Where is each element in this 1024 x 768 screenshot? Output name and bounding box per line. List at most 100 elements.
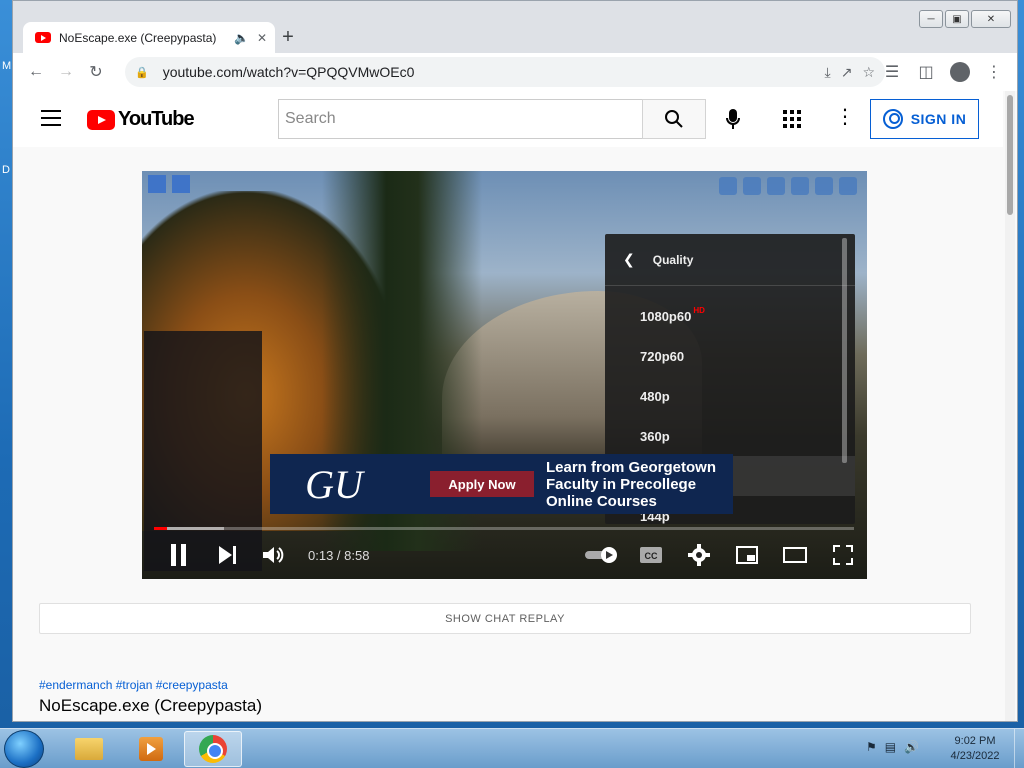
quality-option-1080p60[interactable]: 1080p60 HD xyxy=(605,296,855,336)
microphone-icon[interactable] xyxy=(721,107,745,131)
start-button[interactable] xyxy=(4,730,44,768)
page-scrollbar[interactable] xyxy=(1005,91,1015,721)
sign-in-button[interactable]: SIGN IN xyxy=(870,99,979,139)
page-scrollbar-thumb[interactable] xyxy=(1007,95,1013,215)
maximize-button[interactable]: ▣ xyxy=(945,10,969,28)
video-desktop-icons-right xyxy=(719,177,857,195)
taskbar: ⚑ ▤ 🔊 9:02 PM 4/23/2022 xyxy=(0,728,1024,768)
youtube-logo-text: YouTube xyxy=(118,108,195,130)
address-bar[interactable]: 🔒 youtube.com/watch?v=QPQQVMwOEc0 ⤓ ↗ ☆ xyxy=(125,57,885,87)
pause-icon xyxy=(171,544,186,566)
reload-icon[interactable]: ↻ xyxy=(81,57,111,87)
gear-icon xyxy=(688,544,710,566)
taskbar-explorer[interactable] xyxy=(60,731,118,767)
tab-youtube[interactable]: NoEscape.exe (Creepypasta) 🔈 ✕ xyxy=(23,22,275,53)
lock-icon[interactable]: 🔒 xyxy=(135,66,149,79)
media-player-icon xyxy=(139,737,163,761)
video-title: NoEscape.exe (Creepypasta) xyxy=(39,696,263,715)
captions-icon: CC xyxy=(640,547,662,563)
progress-bar[interactable] xyxy=(154,527,854,530)
forward-arrow-icon[interactable]: → xyxy=(51,57,81,87)
time-display: 0:13 / 8:58 xyxy=(308,547,370,563)
side-panel-icon[interactable]: ◫ xyxy=(911,57,941,87)
action-center-flag-icon[interactable]: ⚑ xyxy=(866,740,877,754)
window-controls: ─ ▣ ✕ xyxy=(919,10,1011,28)
taskbar-clock[interactable]: 9:02 PM 4/23/2022 xyxy=(940,734,1010,764)
autoplay-toggle[interactable] xyxy=(579,535,627,575)
media-control-icon[interactable]: ☰ xyxy=(877,57,907,87)
miniplayer-icon xyxy=(736,546,758,564)
youtube-logo[interactable]: YouTube xyxy=(87,108,195,131)
player-controls: 0:13 / 8:58 CC xyxy=(142,535,867,575)
pause-button[interactable] xyxy=(152,535,206,575)
theater-mode-button[interactable] xyxy=(771,535,819,575)
fullscreen-icon xyxy=(833,545,853,565)
youtube-header: YouTube Search ⋮ SIGN IN xyxy=(13,91,1003,147)
new-tab-button[interactable]: + xyxy=(275,25,301,51)
hamburger-menu-icon[interactable] xyxy=(41,110,61,126)
search-icon xyxy=(665,110,683,128)
clock-time: 9:02 PM xyxy=(954,735,996,747)
folder-icon xyxy=(75,738,103,760)
close-tab-icon[interactable]: ✕ xyxy=(257,31,267,45)
install-icon[interactable]: ⤓ xyxy=(825,64,831,81)
svg-text:CC: CC xyxy=(645,551,658,561)
settings-more-icon[interactable]: ⋮ xyxy=(835,107,855,127)
share-icon[interactable]: ↗ xyxy=(841,64,853,81)
theater-mode-icon xyxy=(783,547,807,563)
volume-tray-icon[interactable]: 🔊 xyxy=(904,740,919,754)
quality-menu-header[interactable]: ❮ Quality xyxy=(605,234,855,286)
show-desktop-button[interactable] xyxy=(1014,729,1024,768)
fullscreen-button[interactable] xyxy=(819,535,867,575)
quality-option-720p60[interactable]: 720p60 xyxy=(605,336,855,376)
quality-menu-scrollbar[interactable] xyxy=(842,238,847,463)
apply-now-button[interactable]: Apply Now xyxy=(430,471,534,497)
search-button[interactable] xyxy=(642,99,706,139)
next-icon xyxy=(219,546,236,564)
network-icon[interactable]: ▤ xyxy=(885,740,896,754)
ad-text: Learn from Georgetown Faculty in Precoll… xyxy=(546,458,717,510)
search-input[interactable]: Search xyxy=(278,99,642,139)
quality-menu-title: Quality xyxy=(652,252,694,267)
taskbar-media-player[interactable] xyxy=(122,731,180,767)
youtube-page: YouTube Search ⋮ SIGN IN ❮ Quality 1080p… xyxy=(13,91,1017,721)
browser-toolbar: ← → ↻ 🔒 youtube.com/watch?v=QPQQVMwOEc0 … xyxy=(13,53,1017,91)
chrome-menu-icon[interactable]: ⋮ xyxy=(979,57,1009,87)
hashtags-link[interactable]: #endermanch #trojan #creepypasta xyxy=(39,678,228,692)
volume-button[interactable] xyxy=(250,535,298,575)
close-window-button[interactable]: ✕ xyxy=(971,10,1011,28)
apps-grid-icon[interactable] xyxy=(783,110,801,128)
taskbar-chrome[interactable] xyxy=(184,731,242,767)
captions-button[interactable]: CC xyxy=(627,535,675,575)
hd-badge: HD xyxy=(693,305,705,315)
desktop-label-m: M xyxy=(2,60,12,72)
bookmark-star-icon[interactable]: ☆ xyxy=(862,64,875,81)
video-desktop-icons-left xyxy=(148,175,190,193)
account-icon xyxy=(882,109,903,129)
show-chat-replay-button[interactable]: SHOW CHAT REPLAY xyxy=(39,603,971,634)
tab-strip: NoEscape.exe (Creepypasta) 🔈 ✕ + ─ ▣ ✕ xyxy=(13,1,1017,53)
video-player[interactable]: ❮ Quality 1080p60 HD 720p60 480p 360p 24… xyxy=(142,171,867,579)
sign-in-label: SIGN IN xyxy=(910,111,967,127)
tab-title: NoEscape.exe (Creepypasta) xyxy=(59,30,217,45)
next-button[interactable] xyxy=(206,535,250,575)
minimize-button[interactable]: ─ xyxy=(919,10,943,28)
volume-icon xyxy=(263,547,284,563)
url-text: youtube.com/watch?v=QPQQVMwOEc0 xyxy=(162,64,415,80)
autoplay-toggle-icon xyxy=(585,547,617,563)
ad-logo: GU xyxy=(305,461,363,507)
back-arrow-icon[interactable]: ← xyxy=(21,57,51,87)
youtube-favicon-icon xyxy=(35,32,51,43)
speaker-icon[interactable]: 🔈 xyxy=(234,31,249,45)
quality-option-480p[interactable]: 480p xyxy=(605,376,855,416)
quality-option-360p[interactable]: 360p xyxy=(605,416,855,456)
system-tray: ⚑ ▤ 🔊 xyxy=(866,740,919,754)
browser-window: NoEscape.exe (Creepypasta) 🔈 ✕ + ─ ▣ ✕ ←… xyxy=(12,0,1018,722)
clock-date: 4/23/2022 xyxy=(950,750,1000,762)
back-chevron-icon[interactable]: ❮ xyxy=(623,251,635,268)
miniplayer-button[interactable] xyxy=(723,535,771,575)
settings-button[interactable] xyxy=(675,535,723,575)
profile-avatar-icon[interactable] xyxy=(950,62,970,82)
ad-banner[interactable]: GU Apply Now Learn from Georgetown Facul… xyxy=(270,454,733,514)
chrome-icon xyxy=(199,735,227,763)
